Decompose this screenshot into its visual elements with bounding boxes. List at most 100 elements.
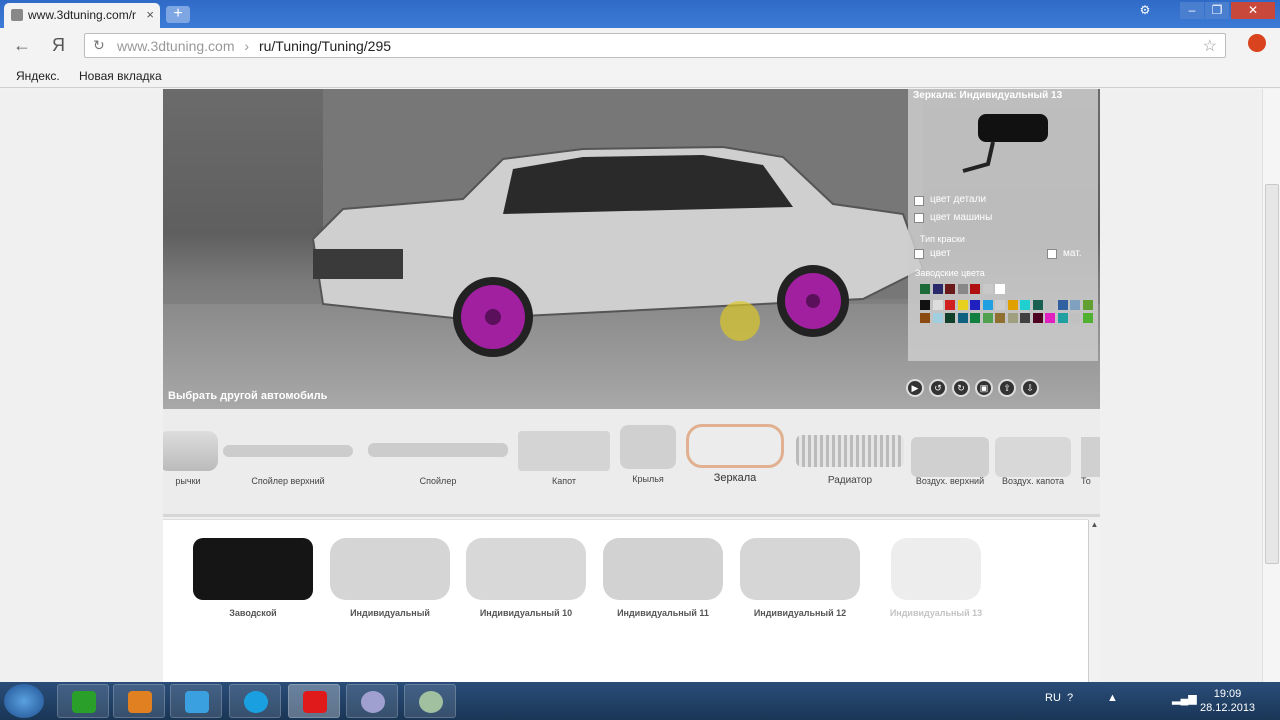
- yandex-button[interactable]: Я: [52, 35, 65, 56]
- taskbar-media-app[interactable]: [113, 684, 165, 718]
- part-category[interactable]: Радиатор: [796, 409, 904, 514]
- color-swatch[interactable]: [995, 300, 1005, 310]
- color-swatch[interactable]: [970, 313, 980, 323]
- part-category-label: рычки: [175, 476, 201, 486]
- color-swatch[interactable]: [1082, 313, 1093, 323]
- color-swatch[interactable]: [982, 300, 993, 310]
- color-swatch[interactable]: [945, 300, 955, 310]
- part-category[interactable]: То: [1081, 409, 1100, 514]
- color-swatch[interactable]: [1070, 300, 1080, 310]
- color-swatch[interactable]: [1032, 313, 1043, 323]
- taskbar-skype-app[interactable]: [229, 684, 281, 718]
- part-category[interactable]: Спойлер: [368, 409, 508, 514]
- close-window-button[interactable]: ✕: [1231, 2, 1275, 19]
- color-swatch[interactable]: [970, 300, 980, 310]
- mirror-option[interactable]: Индивидуальный: [325, 538, 455, 619]
- close-tab-icon[interactable]: ×: [146, 7, 154, 22]
- color-swatch[interactable]: [1045, 300, 1055, 310]
- taskbar-network-app[interactable]: [57, 684, 109, 718]
- bookmark-star-icon[interactable]: ☆: [1203, 36, 1217, 56]
- taskbar-windows-app[interactable]: [170, 684, 222, 718]
- rotate-right-icon[interactable]: ↻: [952, 379, 970, 397]
- part-color-checkbox[interactable]: [914, 196, 924, 206]
- color-swatch[interactable]: [957, 313, 968, 323]
- color-swatch[interactable]: [1007, 313, 1018, 323]
- extension-icon[interactable]: [1248, 34, 1266, 52]
- part-category[interactable]: Воздух. капота: [995, 409, 1071, 514]
- address-bar[interactable]: ↻ www.3dtuning.com › ru/Tuning/Tuning/29…: [84, 33, 1226, 58]
- network-signal-icon[interactable]: ▂▄▆: [1172, 692, 1197, 705]
- start-button[interactable]: [4, 684, 44, 718]
- mirror-option[interactable]: Индивидуальный 10: [461, 538, 591, 619]
- taskbar-yandex-browser[interactable]: [288, 684, 340, 718]
- color-swatch[interactable]: [945, 284, 955, 294]
- scroll-up-arrow-icon[interactable]: ▲: [1089, 520, 1100, 529]
- color-swatch[interactable]: [920, 284, 930, 294]
- color-swatch[interactable]: [970, 284, 980, 294]
- paint-color-checkbox[interactable]: [914, 249, 924, 259]
- color-swatch[interactable]: [957, 300, 968, 310]
- maximize-window-button[interactable]: ❐: [1205, 2, 1229, 19]
- upload-icon[interactable]: ⇧: [998, 379, 1016, 397]
- car-color-checkbox[interactable]: [914, 213, 924, 223]
- choose-other-car-link[interactable]: Выбрать другой автомобиль: [168, 390, 327, 402]
- skype-icon: [244, 691, 268, 713]
- taskbar-speed-app[interactable]: [346, 684, 398, 718]
- snapshot-icon[interactable]: ▣: [975, 379, 993, 397]
- part-category[interactable]: Капот: [518, 409, 610, 514]
- color-swatch[interactable]: [995, 313, 1005, 323]
- page-scrollbar[interactable]: [1262, 89, 1280, 682]
- play-icon[interactable]: ▶: [906, 379, 924, 397]
- color-swatch[interactable]: [982, 284, 993, 294]
- color-swatch[interactable]: [1020, 313, 1030, 323]
- mirror-option-image: [466, 538, 586, 600]
- color-swatch[interactable]: [1020, 300, 1030, 310]
- mirror-option[interactable]: Индивидуальный 11: [598, 538, 728, 619]
- back-button[interactable]: ←: [13, 35, 31, 56]
- color-swatch[interactable]: [932, 313, 943, 323]
- color-swatch[interactable]: [920, 300, 930, 310]
- color-swatch[interactable]: [1032, 300, 1043, 310]
- reload-icon[interactable]: ↻: [93, 37, 105, 54]
- mirror-option[interactable]: Заводской: [188, 538, 318, 619]
- color-swatch[interactable]: [1082, 300, 1093, 310]
- download-icon[interactable]: ⇩: [1021, 379, 1039, 397]
- clock-date: 28.12.2013: [1200, 702, 1256, 714]
- bookmark-yandex[interactable]: Яндекс.: [16, 69, 60, 83]
- settings-gear-icon[interactable]: ⚙: [1134, 2, 1156, 19]
- help-icon[interactable]: ?: [1067, 692, 1073, 704]
- color-swatch[interactable]: [932, 300, 943, 310]
- language-indicator[interactable]: RU: [1045, 692, 1061, 704]
- mirror-option-faded[interactable]: Индивидуальный 13: [871, 538, 1001, 619]
- tray-overflow-icon[interactable]: ▲: [1107, 692, 1118, 704]
- color-swatch[interactable]: [995, 284, 1005, 294]
- mirror-option[interactable]: Индивидуальный 12: [735, 538, 865, 619]
- color-swatch[interactable]: [957, 284, 968, 294]
- browser-tab[interactable]: www.3dtuning.com/r ×: [4, 3, 160, 28]
- mirror-option-image: [330, 538, 450, 600]
- color-swatch[interactable]: [982, 313, 993, 323]
- paint-matte-checkbox[interactable]: [1047, 249, 1057, 259]
- color-swatch[interactable]: [932, 284, 943, 294]
- options-scrollbar[interactable]: ▲: [1088, 520, 1100, 682]
- part-category[interactable]: Воздух. верхний: [911, 409, 989, 514]
- part-category[interactable]: Крылья: [620, 409, 676, 514]
- system-clock[interactable]: 19:09 28.12.2013: [1200, 687, 1255, 715]
- color-swatch[interactable]: [945, 313, 955, 323]
- part-category-label: Крылья: [632, 474, 664, 484]
- color-swatch[interactable]: [1007, 300, 1018, 310]
- part-category-selected[interactable]: Зеркала: [686, 409, 784, 514]
- new-tab-button[interactable]: +: [166, 6, 190, 23]
- page-scrollbar-thumb[interactable]: [1265, 184, 1279, 564]
- minimize-window-button[interactable]: –: [1180, 2, 1204, 19]
- color-swatch[interactable]: [1070, 313, 1080, 323]
- color-swatch[interactable]: [1045, 313, 1055, 323]
- color-swatch[interactable]: [1057, 313, 1068, 323]
- rotate-left-icon[interactable]: ↺: [929, 379, 947, 397]
- taskbar-speed-app-2[interactable]: [404, 684, 456, 718]
- color-swatch[interactable]: [1057, 300, 1068, 310]
- part-category[interactable]: Спойлер верхний: [223, 409, 353, 514]
- color-swatch[interactable]: [920, 313, 930, 323]
- bookmark-new-tab[interactable]: Новая вкладка: [79, 69, 162, 83]
- part-category[interactable]: рычки: [163, 409, 218, 514]
